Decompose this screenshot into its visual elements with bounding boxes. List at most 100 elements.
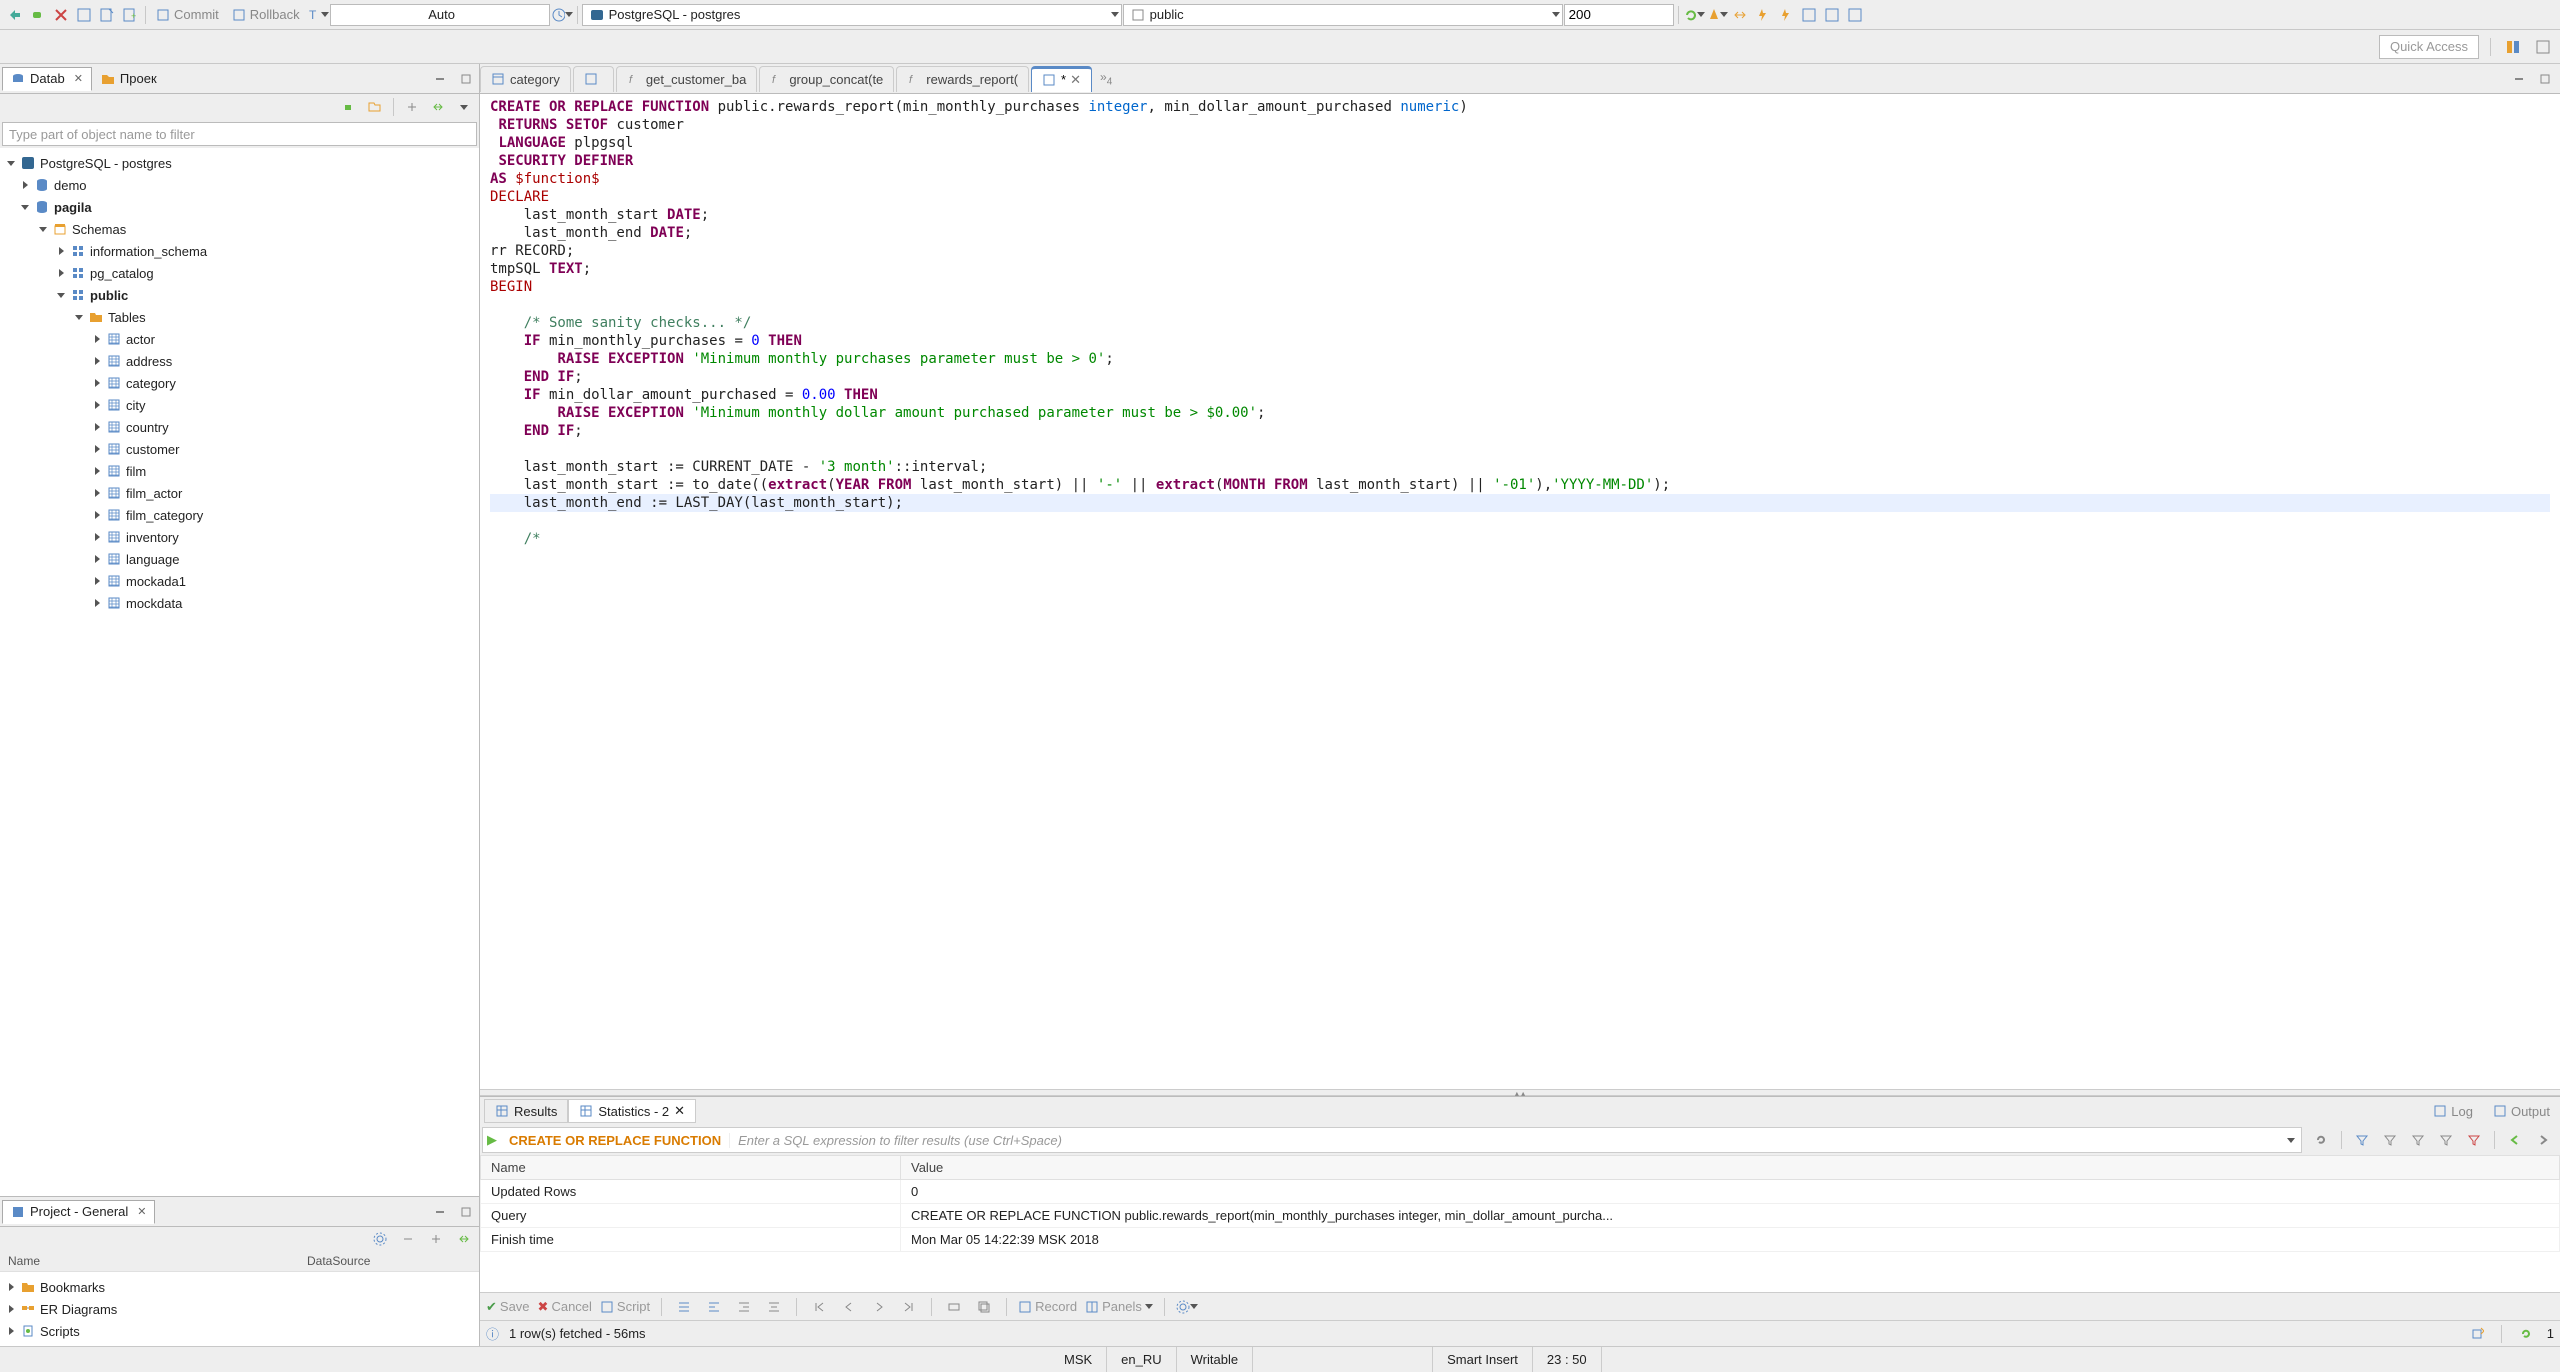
code-line[interactable] (490, 440, 2550, 458)
panels-button[interactable]: Panels (1085, 1299, 1153, 1314)
quick-access-field[interactable]: Quick Access (2379, 35, 2479, 59)
new-folder-icon[interactable] (364, 96, 386, 118)
schema-dropdown[interactable]: public (1123, 4, 1563, 26)
tree-row[interactable]: pagila (0, 196, 479, 218)
tree-filter-input[interactable]: Type part of object name to filter (2, 122, 477, 146)
code-line[interactable]: last_month_end := LAST_DAY(last_month_st… (490, 494, 2550, 512)
tree-row[interactable]: Scripts (0, 1320, 479, 1342)
settings-gear-icon[interactable] (1176, 1296, 1198, 1318)
code-line[interactable]: DECLARE (490, 188, 2550, 206)
tree-row[interactable]: actor (0, 328, 479, 350)
code-line[interactable]: last_month_start := to_date((extract(YEA… (490, 476, 2550, 494)
filter3-icon[interactable] (2407, 1129, 2429, 1151)
rollback-button[interactable]: Rollback (226, 4, 306, 26)
tab-database-navigator[interactable]: Datab✕ (2, 67, 92, 91)
export-icon[interactable] (2466, 1323, 2488, 1345)
bolt2-icon[interactable] (1775, 4, 1797, 26)
code-line[interactable]: IF min_monthly_purchases = 0 THEN (490, 332, 2550, 350)
tree-row[interactable]: public (0, 284, 479, 306)
panel3-icon[interactable] (1844, 4, 1866, 26)
align3-icon[interactable] (733, 1296, 755, 1318)
tree-row[interactable]: demo (0, 174, 479, 196)
plug-icon[interactable] (338, 96, 360, 118)
tab-results[interactable]: Results (484, 1099, 568, 1123)
filter-run-icon[interactable]: ▶ (483, 1132, 501, 1148)
output-button[interactable]: Output (2487, 1100, 2556, 1122)
code-line[interactable]: RAISE EXCEPTION 'Minimum monthly dollar … (490, 404, 2550, 422)
connection-dropdown[interactable]: PostgreSQL - postgres (582, 4, 1122, 26)
code-line[interactable]: last_month_start DATE; (490, 206, 2550, 224)
record-button[interactable]: Record (1018, 1299, 1077, 1314)
tree-row[interactable]: address (0, 350, 479, 372)
editor-maximize-icon[interactable] (2534, 68, 2556, 90)
tree-row[interactable]: film (0, 460, 479, 482)
nav-fwd-icon[interactable] (2532, 1129, 2554, 1151)
tree-row[interactable]: mockada1 (0, 570, 479, 592)
dbnav-menu-icon[interactable] (453, 96, 475, 118)
row-limit-input[interactable] (1564, 4, 1674, 26)
code-line[interactable]: AS $function$ (490, 170, 2550, 188)
sql-recent-icon[interactable]: + (119, 4, 141, 26)
maximize-icon[interactable] (455, 68, 477, 90)
tree-row[interactable]: Bookmarks (0, 1276, 479, 1298)
refresh2-icon[interactable] (2310, 1129, 2332, 1151)
add-row-icon[interactable] (943, 1296, 965, 1318)
editor-tab[interactable]: fgroup_concat(te (759, 66, 894, 92)
align1-icon[interactable] (673, 1296, 695, 1318)
commit-mode-dropdown[interactable]: Auto (330, 4, 550, 26)
table-row[interactable]: QueryCREATE OR REPLACE FUNCTION public.r… (481, 1204, 2560, 1228)
editor-minimize-icon[interactable] (2508, 68, 2530, 90)
tree-row[interactable]: Schemas (0, 218, 479, 240)
code-line[interactable]: LANGUAGE plpgsql (490, 134, 2550, 152)
editor-tab[interactable]: fget_customer_ba (616, 66, 757, 92)
align4-icon[interactable] (763, 1296, 785, 1318)
sql-editor[interactable]: CREATE OR REPLACE FUNCTION public.reward… (480, 94, 2560, 1089)
tree-row[interactable]: pg_catalog (0, 262, 479, 284)
code-line[interactable] (490, 512, 2550, 530)
connect-icon[interactable] (4, 4, 26, 26)
tab-projects[interactable]: Проек (92, 67, 166, 91)
col-datasource[interactable]: DataSource (299, 1251, 479, 1271)
proj-collapse-icon[interactable] (397, 1228, 419, 1250)
plug-red-icon[interactable] (50, 4, 72, 26)
refresh-page-icon[interactable] (2515, 1323, 2537, 1345)
script-button[interactable]: Script (600, 1299, 650, 1314)
tree-row[interactable]: film_category (0, 504, 479, 526)
col-value[interactable]: Value (901, 1156, 2560, 1180)
code-line[interactable]: IF min_dollar_amount_purchased = 0.00 TH… (490, 386, 2550, 404)
tree-row[interactable]: language (0, 548, 479, 570)
tab-statistics[interactable]: Statistics - 2✕ (568, 1099, 696, 1123)
table-row[interactable]: Finish timeMon Mar 05 14:22:39 MSK 2018 (481, 1228, 2560, 1252)
code-line[interactable] (490, 296, 2550, 314)
nav-back-icon[interactable] (2504, 1129, 2526, 1151)
code-line[interactable]: /* Some sanity checks... */ (490, 314, 2550, 332)
refresh-icon[interactable] (1683, 4, 1705, 26)
editor-tab[interactable]: category (480, 66, 571, 92)
tree-row[interactable]: ER Diagrams (0, 1298, 479, 1320)
panel1-icon[interactable] (1798, 4, 1820, 26)
tree-row[interactable]: category (0, 372, 479, 394)
code-line[interactable]: END IF; (490, 368, 2550, 386)
col-name[interactable]: Name (0, 1251, 299, 1271)
project-tree[interactable]: BookmarksER DiagramsScripts (0, 1272, 479, 1346)
proj-link-icon[interactable] (453, 1228, 475, 1250)
stop-icon[interactable] (1706, 4, 1728, 26)
tx-mode-icon[interactable]: T (307, 4, 329, 26)
editor-tab[interactable]: *✕ (1031, 66, 1092, 92)
sql-new-icon[interactable] (96, 4, 118, 26)
sql-editor-icon[interactable] (73, 4, 95, 26)
code-line[interactable]: RETURNS SETOF customer (490, 116, 2550, 134)
results-grid[interactable]: NameValue Updated Rows0QueryCREATE OR RE… (480, 1155, 2560, 1252)
next-icon[interactable] (868, 1296, 890, 1318)
col-name[interactable]: Name (481, 1156, 901, 1180)
code-line[interactable]: last_month_end DATE; (490, 224, 2550, 242)
editor-tabs-more[interactable]: »4 (1094, 70, 1118, 87)
history-icon[interactable] (551, 4, 573, 26)
code-line[interactable]: BEGIN (490, 278, 2550, 296)
tree-row[interactable]: inventory (0, 526, 479, 548)
code-line[interactable]: tmpSQL TEXT; (490, 260, 2550, 278)
code-line[interactable]: last_month_start := CURRENT_DATE - '3 mo… (490, 458, 2550, 476)
editor-tab[interactable]: frewards_report( (896, 66, 1029, 92)
tree-row[interactable]: customer (0, 438, 479, 460)
dup-row-icon[interactable] (973, 1296, 995, 1318)
